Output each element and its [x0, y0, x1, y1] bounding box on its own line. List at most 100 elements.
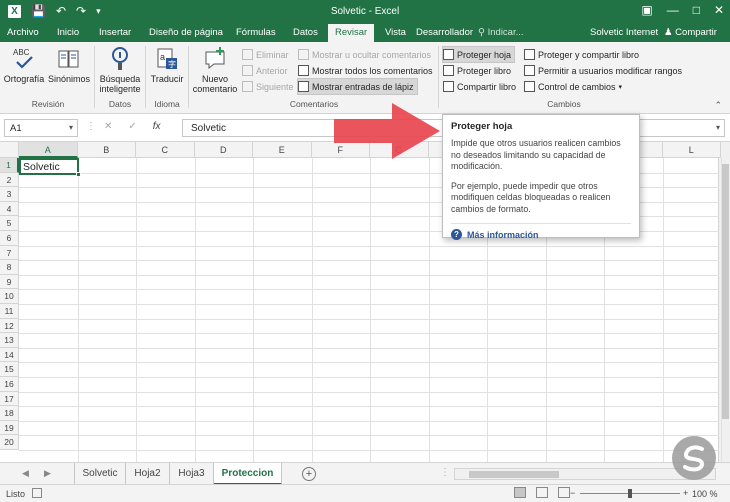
minimize-icon[interactable]: — [667, 3, 679, 17]
traducir-button[interactable]: a 字 Traducir [148, 46, 186, 84]
tab-inicio[interactable]: Inicio [57, 27, 79, 38]
scroll-right-icon[interactable]: ▶ [44, 468, 51, 479]
row-header-13[interactable]: 13 [0, 333, 19, 348]
tell-me-search[interactable]: ⚲ Indicar... [478, 27, 524, 38]
tab-diseno-pagina[interactable]: Diseño de página [149, 27, 223, 38]
confirm-entry-icon[interactable]: ✓ [128, 121, 136, 132]
row-header-9[interactable]: 9 [0, 274, 19, 290]
macro-record-icon[interactable] [32, 488, 42, 498]
cancel-entry-icon[interactable]: ✕ [104, 121, 112, 132]
tab-formulas[interactable]: Fórmulas [236, 27, 276, 38]
sinonimos-button[interactable]: Sinónimos [46, 46, 92, 84]
vertical-scrollbar[interactable] [718, 142, 730, 462]
normal-view-icon[interactable] [514, 487, 526, 498]
column-gridline [311, 158, 313, 462]
insert-function-button[interactable]: fx [153, 121, 161, 132]
chevron-down-icon[interactable]: ▾ [69, 123, 73, 132]
tab-insertar[interactable]: Insertar [99, 27, 131, 38]
zoom-slider[interactable] [580, 489, 680, 498]
page-layout-view-icon[interactable] [536, 487, 548, 498]
expand-formula-bar-icon[interactable]: ▾ [716, 123, 720, 132]
mostrar-entradas-lapiz-button[interactable]: Mostrar entradas de lápiz [297, 78, 418, 95]
row-header-5[interactable]: 5 [0, 216, 19, 231]
close-icon[interactable]: ✕ [714, 3, 724, 17]
row-gridline [19, 274, 719, 276]
row-header-16[interactable]: 16 [0, 377, 19, 392]
row-header-2[interactable]: 2 [0, 172, 19, 188]
row-header-15[interactable]: 15 [0, 362, 19, 377]
more-info-link[interactable]: ? Más información [451, 229, 631, 240]
name-box[interactable]: A1 ▾ [4, 119, 78, 137]
mostrar-ocultar-label: Mostrar u ocultar comentarios [312, 49, 432, 60]
new-sheet-button[interactable]: + [302, 467, 316, 481]
row-header-20[interactable]: 20 [0, 435, 19, 450]
row-header-12[interactable]: 12 [0, 318, 19, 334]
ribbon-display-options-icon[interactable]: ▣ [641, 3, 652, 17]
compartir-libro-button[interactable]: Compartir libro [443, 79, 516, 94]
row-header-18[interactable]: 18 [0, 406, 19, 421]
row-header-10[interactable]: 10 [0, 289, 19, 304]
row-header-6[interactable]: 6 [0, 231, 19, 246]
row-header-4[interactable]: 4 [0, 201, 19, 217]
siguiente-comentario-button[interactable]: Siguiente [242, 79, 294, 94]
proteger-compartir-libro-button[interactable]: Proteger y compartir libro [524, 47, 639, 62]
busqueda-inteligente-button[interactable]: Búsqueda inteligente [97, 46, 143, 94]
zoom-percentage[interactable]: 100 % [692, 489, 718, 499]
formula-bar-grip-icon[interactable]: ⋮ [86, 121, 96, 132]
permitir-usuarios-button[interactable]: Permitir a usuarios modificar rangos [524, 63, 682, 78]
eliminar-comentario-button[interactable]: Eliminar [242, 47, 289, 62]
user-account[interactable]: Solvetic Internet [590, 27, 658, 38]
row-header-19[interactable]: 19 [0, 420, 19, 436]
tab-datos[interactable]: Datos [293, 27, 318, 38]
tab-vista[interactable]: Vista [385, 27, 406, 38]
control-cambios-button[interactable]: Control de cambios ▾ [524, 79, 622, 94]
zoom-in-icon[interactable]: + [683, 488, 688, 498]
row-header-3[interactable]: 3 [0, 187, 19, 202]
sheet-tab-solvetic[interactable]: Solvetic [74, 463, 126, 485]
sheet-tab-hoja3[interactable]: Hoja3 [170, 463, 214, 485]
active-cell-a1[interactable]: Solvetic [19, 158, 79, 175]
row-header-7[interactable]: 7 [0, 245, 19, 261]
select-all-corner[interactable] [0, 142, 19, 158]
sheet-tab-proteccion[interactable]: Proteccion [214, 463, 282, 485]
share-icon: ♟ [664, 27, 673, 38]
column-header-c[interactable]: C [136, 142, 195, 158]
column-header-l[interactable]: L [662, 142, 721, 158]
proteger-libro-label: Proteger libro [457, 65, 512, 76]
mostrar-todos-comentarios-button[interactable]: Mostrar todos los comentarios [298, 63, 433, 78]
tooltip-title: Proteger hoja [451, 121, 513, 132]
zoom-slider-knob[interactable] [628, 489, 632, 498]
row-header-14[interactable]: 14 [0, 347, 19, 363]
column-header-d[interactable]: D [194, 142, 253, 158]
proteger-hoja-button[interactable]: Proteger hoja [441, 46, 516, 63]
tab-desarrollador[interactable]: Desarrollador [416, 27, 473, 38]
collapse-ribbon-icon[interactable]: ⌃ [714, 100, 722, 111]
column-header-e[interactable]: E [253, 142, 312, 158]
row-header-1[interactable]: 1 [0, 158, 19, 173]
sheet-tab-hoja2[interactable]: Hoja2 [126, 463, 170, 485]
horizontal-scroll-thumb[interactable] [469, 471, 559, 478]
row-header-8[interactable]: 8 [0, 260, 19, 275]
formula-content: Solvetic [191, 123, 227, 134]
group-separator [438, 46, 439, 108]
tab-split-grip-icon[interactable]: ⋮ [440, 467, 450, 478]
proteger-libro-button[interactable]: Proteger libro [443, 63, 511, 78]
mostrar-ocultar-comentarios-button[interactable]: Mostrar u ocultar comentarios [298, 47, 431, 62]
vertical-scroll-thumb[interactable] [721, 164, 729, 419]
nuevo-comentario-button[interactable]: Nuevo comentario [190, 46, 240, 94]
column-header-b[interactable]: B [77, 142, 136, 158]
maximize-icon[interactable]: □ [693, 3, 700, 17]
tab-revisar[interactable]: Revisar [328, 24, 375, 42]
tab-archivo[interactable]: Archivo [7, 27, 39, 38]
zoom-out-icon[interactable]: − [570, 488, 575, 498]
ortografia-button[interactable]: ABC Ortografía [3, 46, 45, 84]
scroll-left-icon[interactable]: ◀ [22, 468, 29, 479]
fill-handle[interactable] [76, 172, 81, 177]
page-break-view-icon[interactable] [558, 487, 570, 498]
row-header-11[interactable]: 11 [0, 304, 19, 319]
column-header-a[interactable]: A [19, 142, 78, 158]
row-header-17[interactable]: 17 [0, 391, 19, 407]
anterior-comentario-button[interactable]: Anterior [242, 63, 288, 78]
new-comment-icon [205, 47, 225, 70]
share-button[interactable]: ♟ Compartir [664, 27, 717, 38]
